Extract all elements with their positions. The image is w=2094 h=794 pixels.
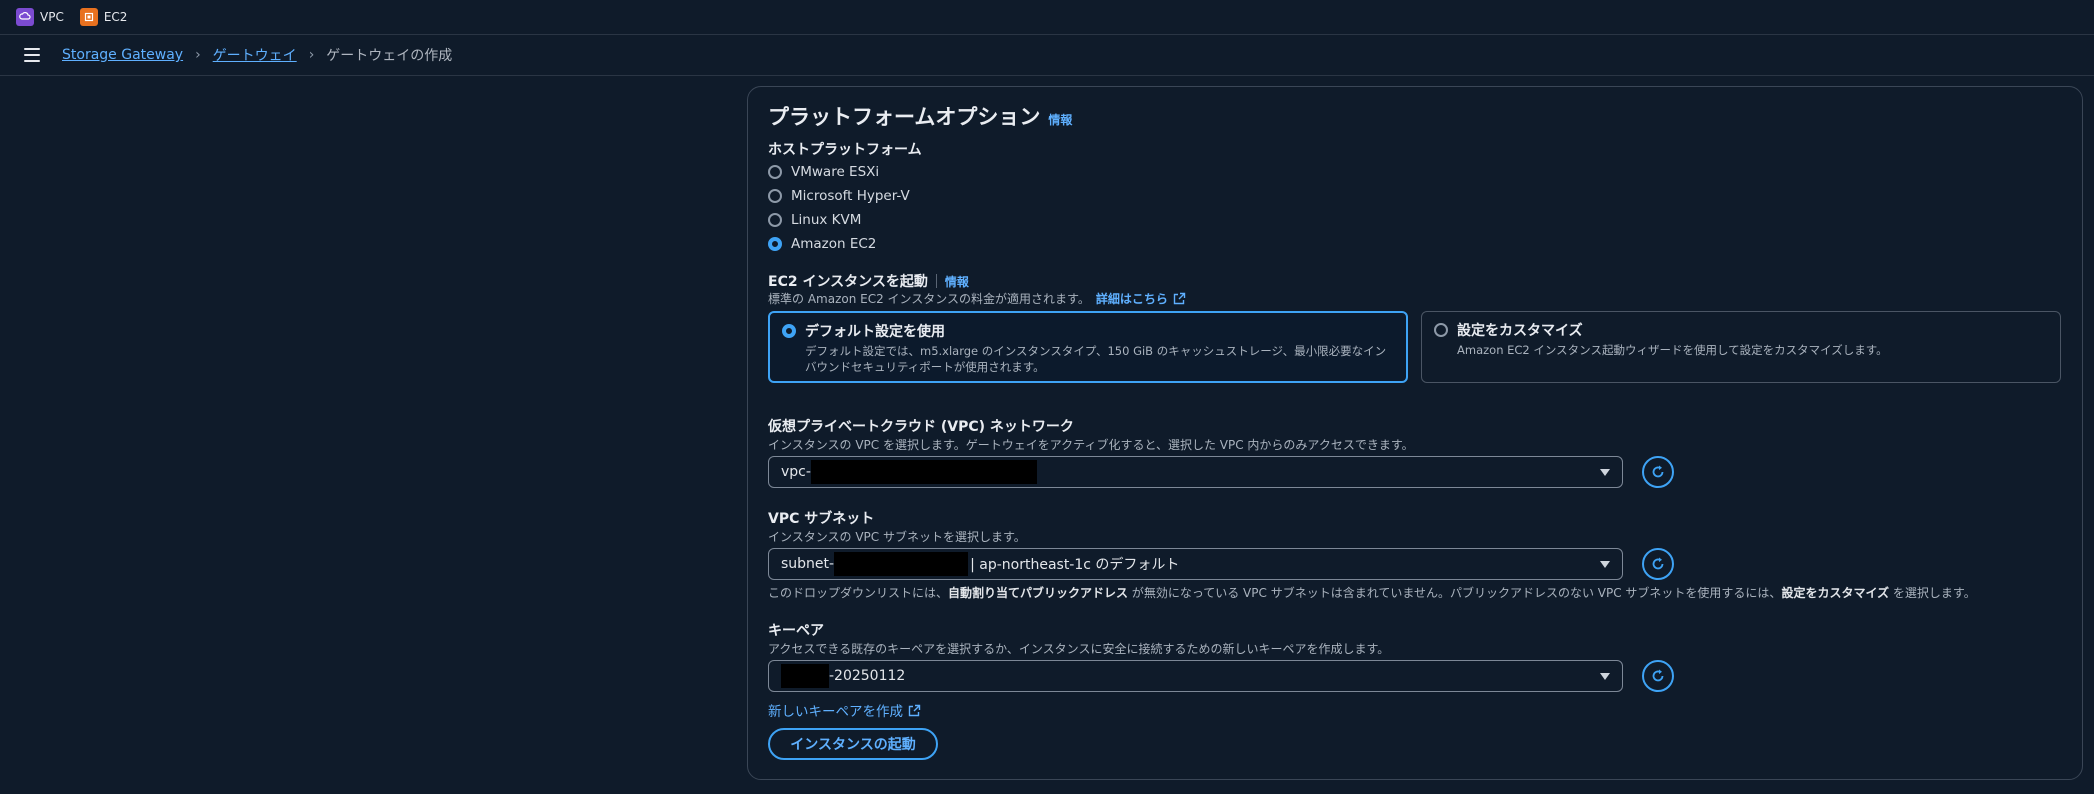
default-settings-desc: デフォルト設定では、m5.xlarge のインスタンスタイプ、150 GiB の… xyxy=(805,344,1387,374)
keypair-select[interactable]: -20250112 xyxy=(768,660,1623,692)
service-label: EC2 xyxy=(103,10,128,24)
note-text: が無効になっている VPC サブネットは含まれていません。パブリックアドレスのな… xyxy=(1128,586,1782,600)
platform-options-panel: プラットフォームオプション 情報 ホストプラットフォーム VMware ESXi… xyxy=(747,86,2083,780)
radio-hyperv[interactable]: Microsoft Hyper-V xyxy=(768,188,910,204)
page-title: プラットフォームオプション 情報 xyxy=(768,101,1072,131)
radio-label: Amazon EC2 xyxy=(791,236,877,252)
create-keypair-link[interactable]: 新しいキーペアを作成 xyxy=(768,700,921,720)
vpc-label: 仮想プライベートクラウド (VPC) ネットワーク xyxy=(768,419,1074,435)
service-bar: VPC EC2 xyxy=(0,0,2094,35)
refresh-keypair-button[interactable] xyxy=(1642,660,1674,692)
default-settings-title: デフォルト設定を使用 xyxy=(805,324,945,340)
radio-icon[interactable] xyxy=(1434,323,1448,337)
breadcrumb: Storage Gateway › ゲートウェイ › ゲートウェイの作成 xyxy=(62,45,452,65)
divider xyxy=(935,274,937,288)
subnet-desc: インスタンスの VPC サブネットを選択します。 xyxy=(768,530,1026,544)
note-text: このドロップダウンリストには、 xyxy=(768,586,949,600)
caret-down-icon xyxy=(1600,469,1610,476)
subnet-value-suffix: | ap-northeast-1c のデフォルト xyxy=(970,557,1180,573)
refresh-subnet-button[interactable] xyxy=(1642,548,1674,580)
menu-icon[interactable] xyxy=(24,48,40,62)
service-shortcut-vpc[interactable]: VPC xyxy=(16,8,64,26)
breadcrumb-gateways[interactable]: ゲートウェイ xyxy=(213,45,297,65)
card-title: デフォルト設定を使用 xyxy=(782,321,1394,341)
subnet-label: VPC サブネット xyxy=(768,511,875,527)
refresh-icon xyxy=(1652,669,1664,682)
vpc-icon xyxy=(16,8,34,26)
launch-instance-button[interactable]: インスタンスの起動 xyxy=(768,728,938,760)
radio-vmware[interactable]: VMware ESXi xyxy=(768,164,879,180)
create-keypair-label: 新しいキーペアを作成 xyxy=(768,704,903,720)
ec2-launch-label: EC2 インスタンスを起動 情報 xyxy=(768,271,969,291)
customize-settings-card[interactable]: 設定をカスタマイズ Amazon EC2 インスタンス起動ウィザードを使用して設… xyxy=(1421,311,2061,383)
ec2-launch-title: EC2 インスタンスを起動 xyxy=(768,274,928,290)
chevron-right-icon: › xyxy=(308,47,315,63)
redacted-block xyxy=(810,460,1037,484)
keypair-label: キーペア xyxy=(768,623,824,639)
ec2-desc-text: 標準の Amazon EC2 インスタンスの料金が適用されます。 xyxy=(768,292,1090,306)
learn-more-link[interactable]: 詳細はこちら xyxy=(1096,290,1168,307)
external-link-icon xyxy=(1173,292,1186,305)
radio-kvm[interactable]: Linux KVM xyxy=(768,212,861,228)
radio-icon[interactable] xyxy=(768,213,782,227)
radio-icon[interactable] xyxy=(768,189,782,203)
external-link-icon xyxy=(908,704,921,716)
subnet-select[interactable]: subnet- | ap-northeast-1c のデフォルト xyxy=(768,548,1623,580)
panel-title: プラットフォームオプション xyxy=(768,105,1041,129)
info-link[interactable]: 情報 xyxy=(1048,111,1072,128)
radio-selected-icon[interactable] xyxy=(768,237,782,251)
breadcrumb-bar: Storage Gateway › ゲートウェイ › ゲートウェイの作成 xyxy=(0,35,2094,76)
ec2-launch-desc: 標準の Amazon EC2 インスタンスの料金が適用されます。 詳細はこちら xyxy=(768,290,1186,307)
vpc-select[interactable]: vpc- xyxy=(768,456,1623,488)
keypair-desc: アクセスできる既存のキーペアを選択するか、インスタンスに安全に接続するための新し… xyxy=(768,642,1390,656)
card-title: 設定をカスタマイズ xyxy=(1434,320,2048,340)
radio-label: Microsoft Hyper-V xyxy=(791,188,910,204)
ec2-icon xyxy=(79,8,98,26)
vpc-value: vpc- xyxy=(781,464,811,480)
default-settings-card[interactable]: デフォルト設定を使用 デフォルト設定では、m5.xlarge のインスタンスタイ… xyxy=(768,311,1408,383)
chevron-right-icon: › xyxy=(195,47,201,63)
radio-label: VMware ESXi xyxy=(791,164,880,180)
host-platform-label: ホストプラットフォーム xyxy=(768,142,922,158)
info-link[interactable]: 情報 xyxy=(945,273,969,290)
customize-settings-title: 設定をカスタマイズ xyxy=(1457,323,1583,339)
redacted-block xyxy=(781,664,829,688)
customize-settings-desc: Amazon EC2 インスタンス起動ウィザードを使用して設定をカスタマイズしま… xyxy=(1457,343,1888,357)
breadcrumb-storage-gateway[interactable]: Storage Gateway xyxy=(62,47,183,63)
note-bold: 自動割り当てパブリックアドレス xyxy=(948,586,1129,600)
refresh-icon xyxy=(1652,557,1664,570)
radio-ec2[interactable]: Amazon EC2 xyxy=(768,236,876,252)
caret-down-icon xyxy=(1600,673,1610,680)
service-shortcut-ec2[interactable]: EC2 xyxy=(79,8,128,26)
radio-icon[interactable] xyxy=(768,165,782,179)
vpc-desc: インスタンスの VPC を選択します。ゲートウェイをアクティブ化すると、選択した… xyxy=(768,438,1414,452)
caret-down-icon xyxy=(1600,561,1610,568)
radio-selected-icon[interactable] xyxy=(782,324,796,338)
service-label: VPC xyxy=(40,10,64,24)
subnet-value-prefix: subnet- xyxy=(781,556,835,572)
breadcrumb-current: ゲートウェイの作成 xyxy=(326,48,453,64)
note-bold: 設定をカスタマイズ xyxy=(1781,586,1890,600)
keypair-value: -20250112 xyxy=(829,668,906,684)
refresh-icon xyxy=(1652,465,1664,478)
refresh-vpc-button[interactable] xyxy=(1642,456,1674,488)
redacted-block xyxy=(834,552,969,576)
subnet-note: このドロップダウンリストには、自動割り当てパブリックアドレス が無効になっている… xyxy=(768,584,1976,601)
radio-label: Linux KVM xyxy=(791,212,862,228)
note-text: を選択します。 xyxy=(1889,586,1976,600)
